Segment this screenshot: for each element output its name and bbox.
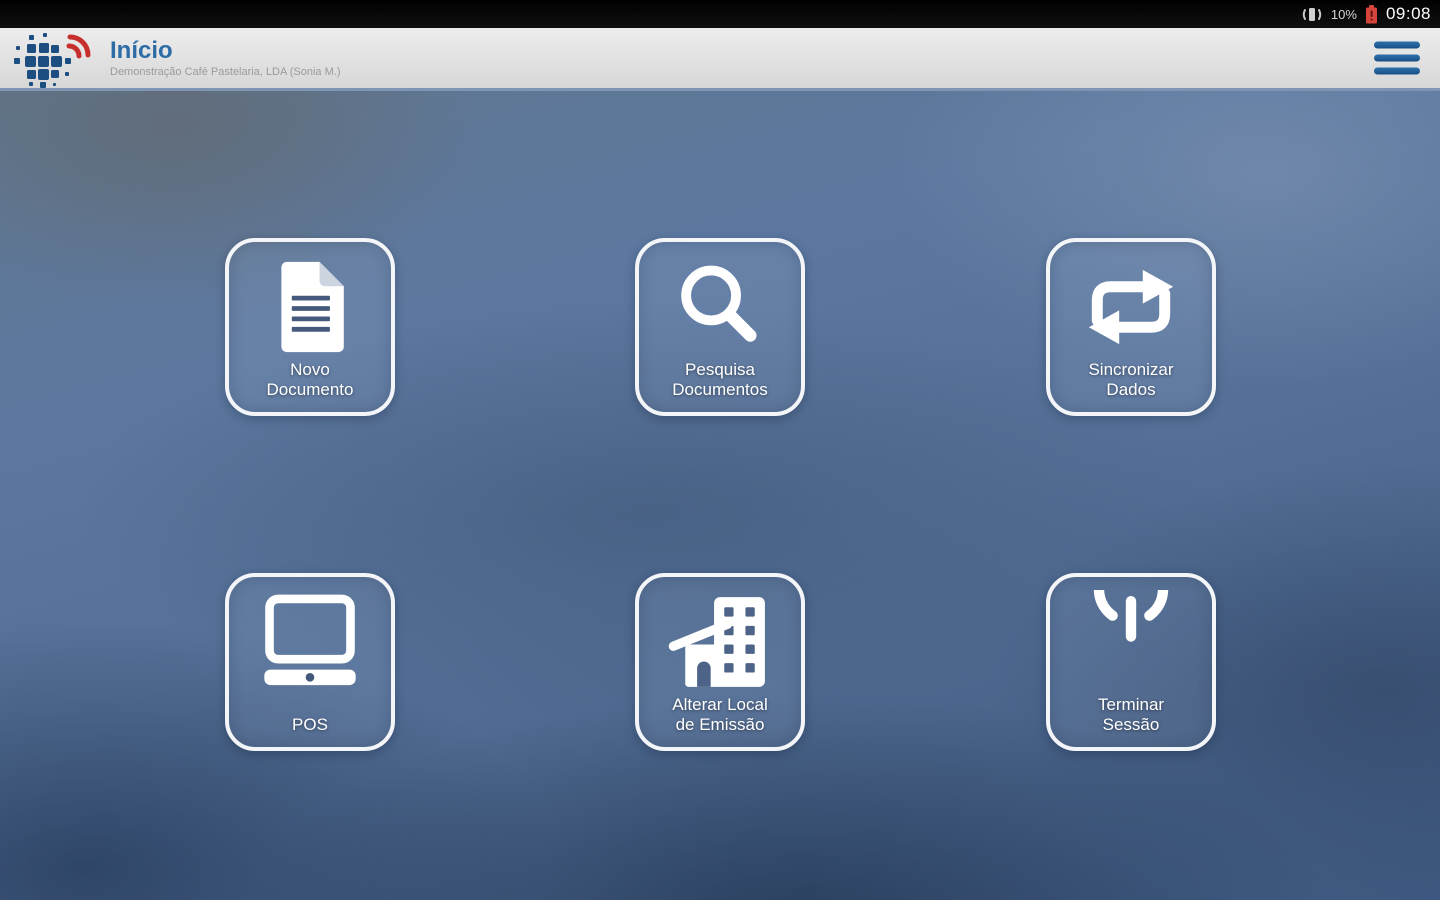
tile-novo-documento[interactable]: Novo Documento xyxy=(225,238,395,416)
page-subtitle: Demonstração Café Pastelaria, LDA (Sonia… xyxy=(110,66,341,79)
tile-label: POS xyxy=(292,714,328,734)
app-screen: 10% 09:08 Início Demonstração Café Paste… xyxy=(0,0,1440,900)
status-clock: 09:08 xyxy=(1385,4,1431,23)
tile-label: Novo Documento xyxy=(266,359,354,399)
tile-label: Terminar Sessão xyxy=(1097,694,1165,734)
page-title: Início xyxy=(110,36,173,64)
menu-button[interactable] xyxy=(1370,38,1424,79)
header-title-block: Início Demonstração Café Pastelaria, LDA… xyxy=(110,38,341,78)
tile-pesquisa-documentos[interactable]: Pesquisa Documentos xyxy=(635,238,805,416)
status-bar: 10% 09:08 xyxy=(0,0,1440,28)
tile-label: Sincronizar Dados xyxy=(1088,359,1174,399)
battery-percent: 10% xyxy=(1330,6,1357,22)
new-document-icon xyxy=(281,261,344,353)
tile-alterar-local-de-emissao[interactable]: Alterar Local de Emissão xyxy=(635,573,805,751)
power-icon xyxy=(1093,590,1169,642)
tile-label: Alterar Local de Emissão xyxy=(672,694,768,734)
building-icon xyxy=(668,597,765,687)
tile-pos[interactable]: POS xyxy=(225,573,395,751)
battery-low-icon xyxy=(1365,4,1377,23)
tile-label: Pesquisa Documentos xyxy=(672,359,768,399)
tile-terminar-sessao[interactable]: Terminar Sessão xyxy=(1046,573,1216,751)
search-icon xyxy=(681,265,757,342)
home-background: Novo Documento Pesquisa Documentos Sincr… xyxy=(0,91,1440,900)
hamburger-menu-icon xyxy=(1374,41,1420,75)
app-logo-icon xyxy=(14,33,91,88)
tile-sincronizar-dados[interactable]: Sincronizar Dados xyxy=(1046,238,1216,416)
vibrate-icon xyxy=(1302,7,1322,21)
app-header: Início Demonstração Café Pastelaria, LDA… xyxy=(0,28,1440,91)
sync-icon xyxy=(1088,269,1174,345)
pos-monitor-icon xyxy=(264,594,356,686)
